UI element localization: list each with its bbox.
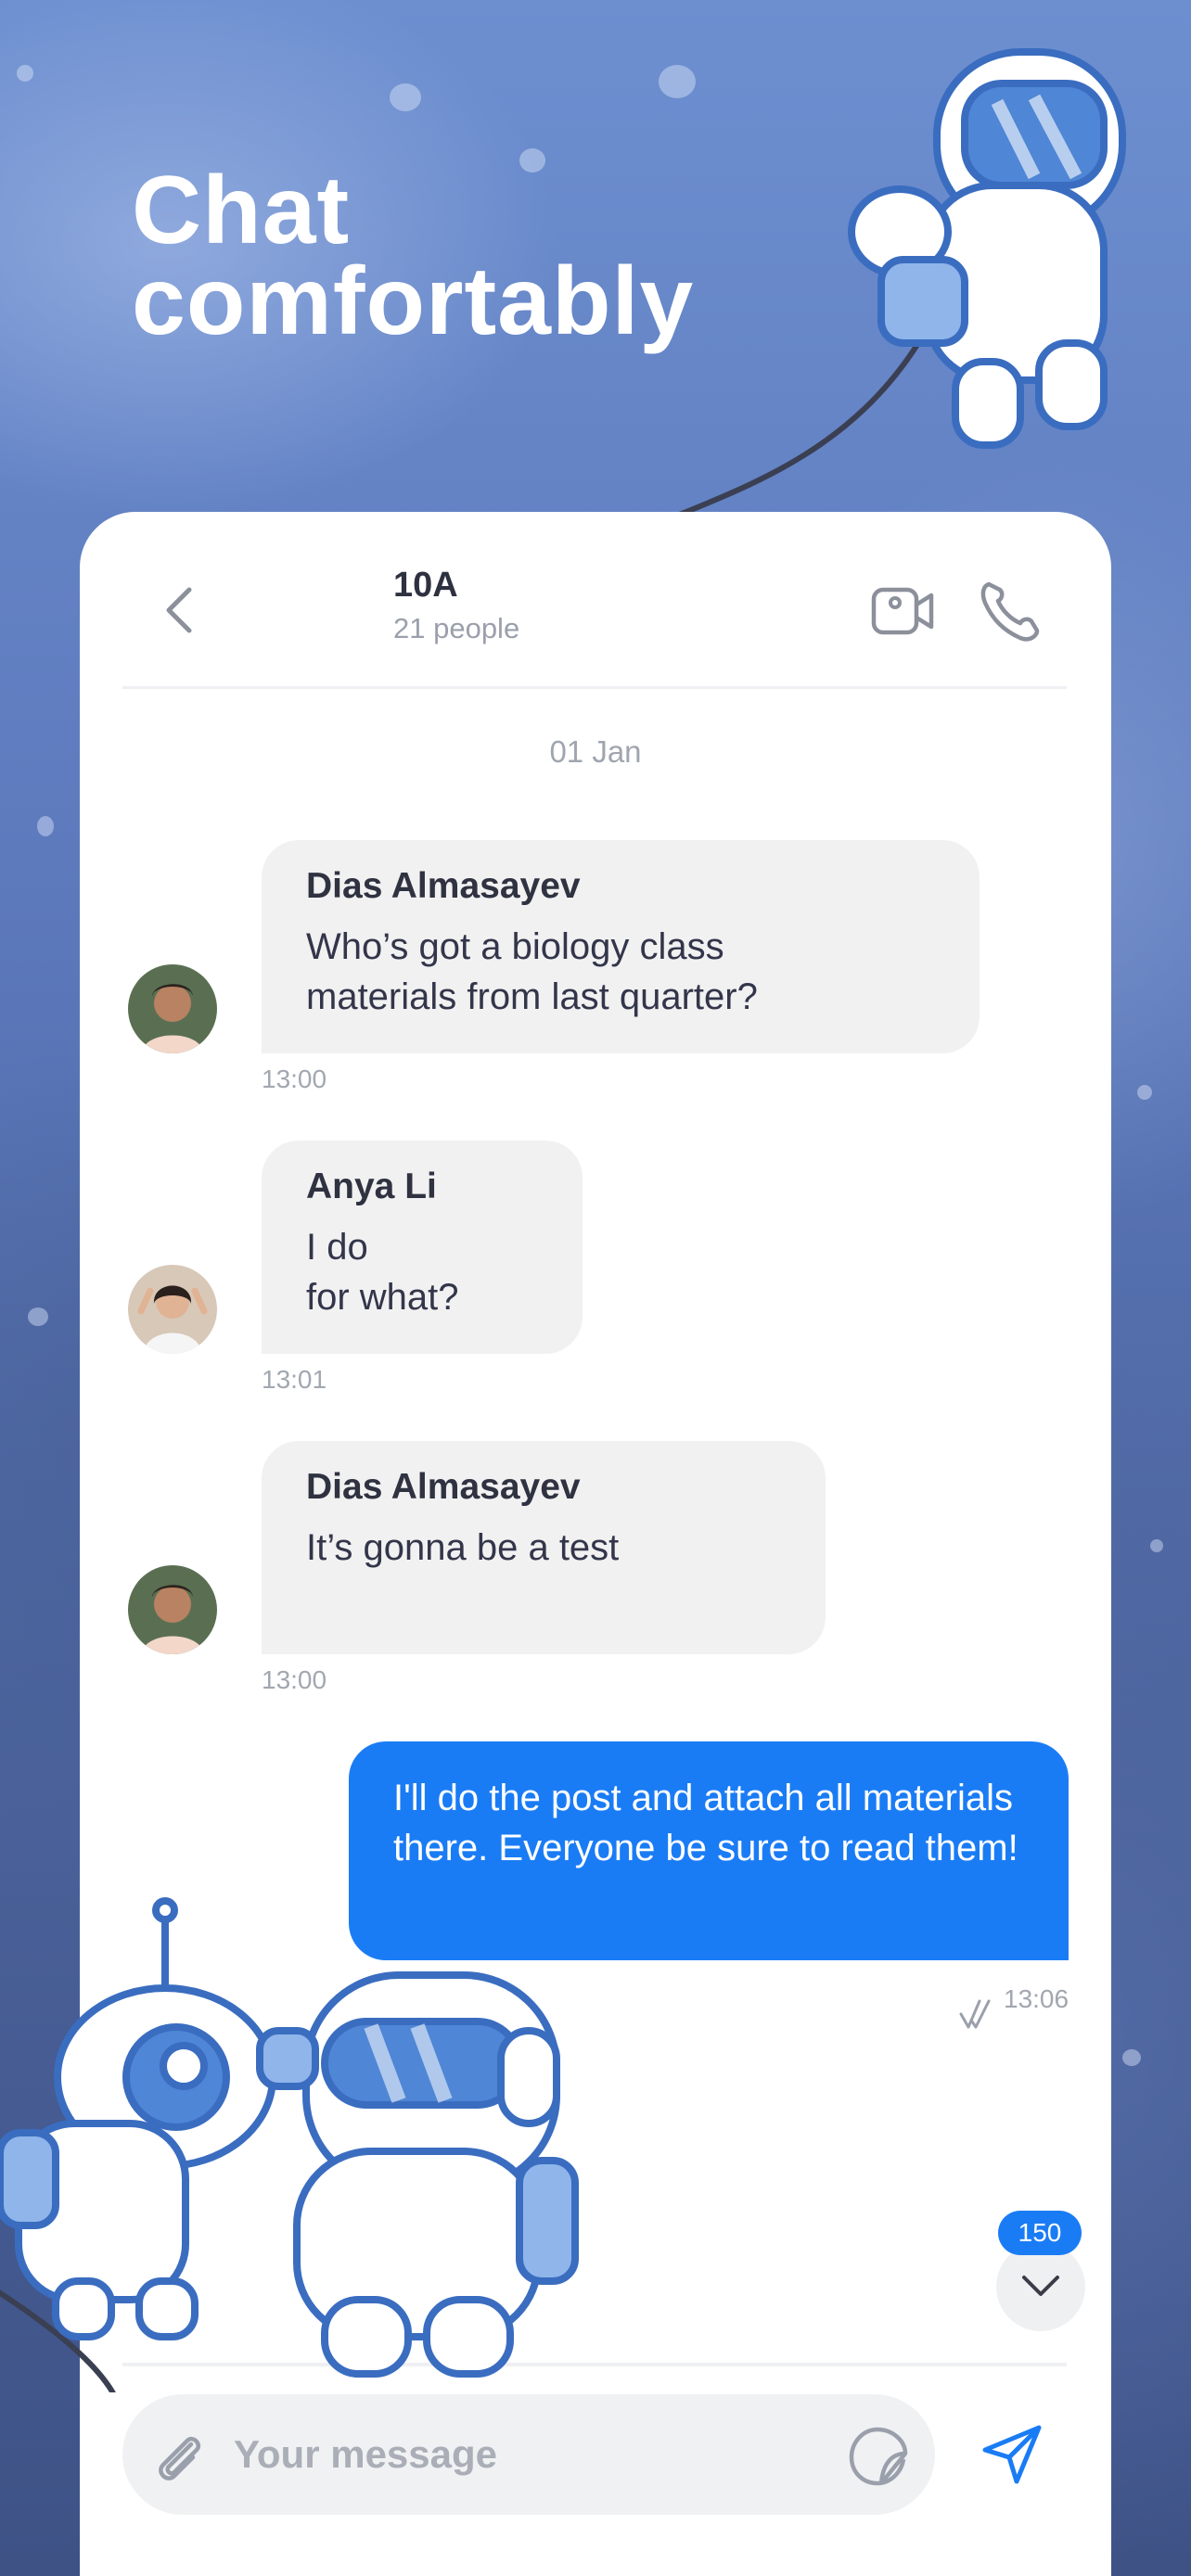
- message-bubble[interactable]: Dias Almasayev It’s gonna be a test: [262, 1441, 826, 1654]
- phone-call-icon[interactable]: [980, 577, 1043, 642]
- background-speck: [659, 65, 696, 98]
- background-speck: [28, 1307, 48, 1326]
- background-speck: [390, 83, 421, 111]
- paperclip-icon[interactable]: [150, 2428, 208, 2485]
- avatar[interactable]: [128, 1565, 217, 1654]
- chat-header: 10A 21 people: [80, 512, 1111, 690]
- message-time: 13:00: [262, 1665, 327, 1694]
- message-text: I do for what?: [306, 1227, 459, 1318]
- headline-line-1: Chat: [132, 157, 351, 264]
- sticker-icon[interactable]: [848, 2426, 909, 2487]
- message-composer: [122, 2394, 935, 2515]
- background-speck: [17, 65, 33, 82]
- message-sender: Dias Almasayev: [306, 1467, 581, 1507]
- message-input[interactable]: [234, 2422, 809, 2487]
- message-time: 13:00: [262, 1065, 327, 1093]
- back-arrow-icon[interactable]: [156, 582, 202, 638]
- chat-title[interactable]: 10A: [393, 566, 458, 606]
- headline: Chat comfortably: [132, 157, 695, 355]
- video-call-icon[interactable]: [870, 580, 935, 640]
- read-ticks-icon: [959, 1999, 991, 2029]
- date-separator: 01 Jan: [549, 734, 642, 769]
- header-divider: [122, 686, 1067, 689]
- message-bubble[interactable]: Anya Li I do for what?: [262, 1141, 583, 1354]
- background-speck: [1150, 1539, 1163, 1552]
- message-text: It’s gonna be a test: [306, 1527, 620, 1568]
- background-speck: [1122, 2049, 1141, 2066]
- send-icon[interactable]: [978, 2420, 1046, 2489]
- unread-count-badge: 150: [998, 2211, 1082, 2255]
- outgoing-message-text: I'll do the post and attach all material…: [393, 1778, 1018, 1868]
- chat-member-count: 21 people: [393, 612, 520, 644]
- message-sender: Dias Almasayev: [306, 866, 581, 906]
- message-sender: Anya Li: [306, 1167, 437, 1206]
- background-speck: [1137, 1085, 1152, 1100]
- headline-line-2: comfortably: [132, 248, 695, 355]
- outgoing-message-time: 13:06: [1004, 1984, 1069, 2013]
- message-text: Who’s got a biology class materials from…: [306, 926, 758, 1017]
- chevron-down-icon: [1022, 2276, 1059, 2296]
- scroll-to-bottom-button[interactable]: [996, 2242, 1085, 2331]
- avatar-photo: [128, 964, 217, 1053]
- background-speck: [37, 816, 54, 836]
- astronaut-illustration: [848, 48, 1126, 449]
- avatar[interactable]: [128, 1265, 217, 1354]
- message-bubble[interactable]: Dias Almasayev Who’s got a biology class…: [262, 840, 980, 1053]
- robots-illustration: [0, 1897, 579, 2392]
- message-time: 13:01: [262, 1365, 327, 1394]
- avatar-photo: [128, 1565, 217, 1654]
- avatar[interactable]: [128, 964, 217, 1053]
- avatar-photo: [128, 1265, 217, 1354]
